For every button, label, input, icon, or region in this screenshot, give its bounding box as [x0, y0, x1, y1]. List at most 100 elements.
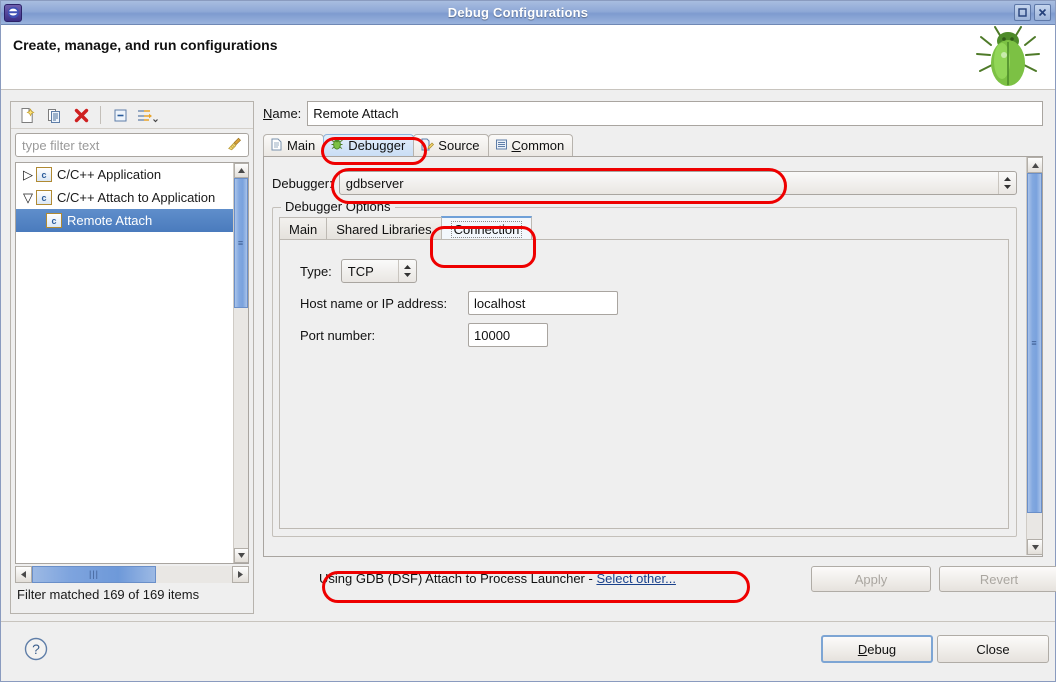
tree-item-label: C/C++ Application — [57, 167, 162, 182]
tab-common[interactable]: Common — [487, 134, 574, 156]
delete-x-icon[interactable] — [69, 104, 93, 126]
pane-vertical-scrollbar[interactable]: ≡ — [1026, 157, 1043, 555]
scroll-down-icon[interactable] — [1027, 539, 1043, 555]
tab-debugger[interactable]: Debugger — [323, 134, 415, 156]
chevron-updown-icon[interactable] — [397, 260, 416, 282]
inner-tab-shared-libraries[interactable]: Shared Libraries — [326, 217, 442, 240]
tree-item-cpp-attach-to-application[interactable]: ▽ c C/C++ Attach to Application — [16, 186, 248, 209]
port-row: Port number: 10000 — [300, 323, 548, 347]
host-row: Host name or IP address: localhost — [300, 291, 618, 315]
port-input[interactable]: 10000 — [468, 323, 548, 347]
dialog-footer: ? Debug Close — [1, 621, 1055, 681]
debug-configurations-dialog: Debug Configurations Create, manage, and… — [0, 0, 1056, 682]
scroll-up-icon[interactable] — [234, 163, 248, 178]
revert-label: Revert — [979, 571, 1019, 587]
filter-input[interactable]: type filter text — [15, 133, 249, 157]
pane-scroll-track[interactable]: ≡ — [1027, 173, 1042, 539]
tab-label: Main — [287, 138, 316, 153]
filter-status-text: Filter matched 169 of 169 items — [17, 587, 200, 602]
maximize-icon[interactable] — [1014, 4, 1031, 21]
new-document-icon[interactable] — [15, 104, 39, 126]
grip-icon: ≡ — [237, 237, 245, 248]
chevron-down-icon[interactable]: ▽ — [20, 190, 36, 206]
dialog-header: Create, manage, and run configurations — [1, 25, 1055, 90]
tree-horizontal-scrollbar[interactable]: ||| — [15, 566, 249, 583]
tree-item-label: C/C++ Attach to Application — [57, 190, 216, 205]
type-row: Type: TCP — [300, 259, 417, 283]
debugger-value: gdbserver — [345, 175, 404, 191]
tree-item-label: Remote Attach — [67, 213, 153, 228]
port-value: 10000 — [474, 327, 511, 343]
type-label: Type: — [300, 263, 332, 279]
scroll-down-icon[interactable] — [234, 548, 248, 563]
dialog-body: type filter text ▷ c C/C++ Application ▽… — [1, 91, 1056, 621]
common-icon — [495, 138, 508, 154]
name-row: Name: Remote Attach — [263, 101, 1043, 126]
filter-placeholder: type filter text — [22, 137, 100, 153]
scroll-left-icon[interactable] — [15, 566, 32, 583]
launcher-status: Using GDB (DSF) Attach to Process Launch… — [319, 571, 676, 586]
close-label: Close — [976, 641, 1010, 657]
toolbar-separator — [100, 106, 101, 124]
debugger-select[interactable]: gdbserver — [338, 171, 1017, 195]
close-button[interactable]: Close — [937, 635, 1049, 663]
collapse-all-icon[interactable] — [108, 104, 132, 126]
debugger-options-tab-strip: Main Shared Libraries Connection — [279, 216, 1009, 240]
debugger-options-group: Debugger Options Main Shared Libraries C… — [272, 199, 1017, 537]
tab-label: Debugger — [348, 138, 406, 153]
configurations-panel: type filter text ▷ c C/C++ Application ▽… — [10, 101, 254, 614]
revert-button[interactable]: Revert — [939, 566, 1056, 592]
bug-small-icon — [330, 137, 344, 154]
chevron-updown-icon[interactable] — [998, 172, 1016, 194]
host-value: localhost — [474, 295, 526, 311]
help-icon[interactable]: ? — [23, 636, 49, 665]
tree-vertical-scrollbar[interactable]: ≡ — [233, 163, 248, 563]
pane-scroll-thumb[interactable]: ≡ — [1027, 173, 1042, 513]
scroll-right-icon[interactable] — [232, 566, 249, 583]
tab-main[interactable]: Main — [263, 134, 325, 156]
grip-icon: ||| — [88, 569, 99, 579]
configuration-editor: Name: Remote Attach Main Debugger Source… — [259, 101, 1056, 614]
tree-item-remote-attach[interactable]: c Remote Attach — [16, 209, 248, 232]
source-icon — [420, 138, 435, 154]
c-file-icon: c — [46, 213, 62, 228]
debugger-tab-pane: Debugger: gdbserver Debugger Options Mai… — [263, 157, 1043, 557]
tree-scroll-track[interactable]: ≡ — [234, 178, 248, 548]
hscroll-track[interactable]: ||| — [32, 566, 232, 583]
apply-label: Apply — [854, 571, 888, 587]
broom-icon[interactable] — [227, 136, 243, 155]
inner-tab-label: Shared Libraries — [336, 221, 432, 237]
c-file-icon: c — [36, 190, 52, 205]
document-icon — [270, 138, 283, 154]
debug-button[interactable]: Debug — [821, 635, 933, 663]
launcher-text: Using GDB (DSF) Attach to Process Launch… — [319, 571, 597, 586]
tab-label: Source — [438, 138, 480, 153]
apply-button[interactable]: Apply — [811, 566, 931, 592]
eclipse-icon — [4, 3, 22, 22]
tab-source[interactable]: Source — [413, 134, 489, 156]
tree-scroll-thumb[interactable]: ≡ — [234, 178, 248, 308]
configurations-tree[interactable]: ▷ c C/C++ Application ▽ c C/C++ Attach t… — [15, 162, 249, 564]
inner-tab-connection[interactable]: Connection — [440, 216, 533, 240]
close-icon[interactable] — [1034, 4, 1051, 21]
bug-icon — [971, 21, 1045, 91]
inner-tab-main[interactable]: Main — [279, 217, 328, 240]
copy-icon[interactable] — [42, 104, 66, 126]
svg-text:?: ? — [32, 641, 40, 657]
host-input[interactable]: localhost — [468, 291, 618, 315]
type-select[interactable]: TCP — [340, 259, 417, 283]
scroll-up-icon[interactable] — [1027, 157, 1043, 173]
grip-icon: ≡ — [1031, 337, 1038, 348]
window-controls — [1014, 4, 1051, 21]
chevron-right-icon[interactable]: ▷ — [20, 167, 36, 183]
select-other-link[interactable]: Select other... — [596, 571, 676, 586]
debugger-row: Debugger: gdbserver — [272, 171, 1017, 195]
name-input[interactable]: Remote Attach — [307, 101, 1043, 126]
c-file-icon: c — [36, 167, 52, 182]
page-title: Create, manage, and run configurations — [13, 37, 278, 53]
host-label: Host name or IP address: — [300, 295, 448, 311]
debug-label: Debug — [857, 641, 897, 657]
filter-icon[interactable] — [135, 104, 159, 126]
hscroll-thumb[interactable]: ||| — [32, 566, 156, 583]
tree-item-cpp-application[interactable]: ▷ c C/C++ Application — [16, 163, 248, 186]
